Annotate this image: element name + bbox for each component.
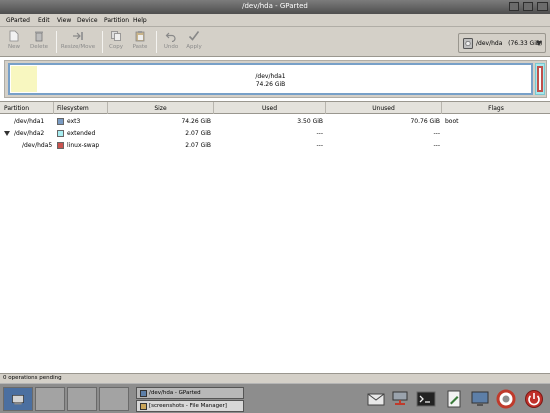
menu-view[interactable]: View bbox=[57, 17, 71, 24]
status-bar: 0 operations pending bbox=[0, 373, 550, 383]
undo-button[interactable]: Undo bbox=[160, 30, 182, 55]
menu-partition[interactable]: Partition bbox=[104, 17, 129, 24]
disk-map-partition-hda1[interactable]: /dev/hda1 74.26 GiB bbox=[8, 63, 533, 95]
expander-icon[interactable] bbox=[4, 131, 10, 136]
filesystem-color-swatch bbox=[57, 142, 64, 149]
mail-icon[interactable] bbox=[366, 389, 386, 409]
toolbar-separator bbox=[56, 31, 57, 53]
new-icon bbox=[9, 30, 19, 42]
menu-gparted[interactable]: GParted bbox=[6, 17, 30, 24]
row-unused: --- bbox=[433, 130, 441, 137]
row-filesystem: extended bbox=[67, 130, 96, 137]
column-header-filesystem[interactable]: Filesystem bbox=[54, 102, 108, 114]
task-gparted[interactable]: /dev/hda - GParted bbox=[136, 387, 244, 399]
paste-button[interactable]: Paste bbox=[129, 30, 151, 55]
new-label: New bbox=[8, 44, 20, 50]
table-row[interactable]: /dev/hda5 linux-swap 2.07 GiB --- --- bbox=[0, 140, 550, 151]
desktop-pager-2[interactable] bbox=[35, 387, 65, 411]
device-selector[interactable]: /dev/hda (76.33 GiB) bbox=[458, 33, 546, 53]
row-used: --- bbox=[316, 130, 324, 137]
apply-button[interactable]: Apply bbox=[183, 30, 205, 55]
row-size: 2.07 GiB bbox=[185, 142, 211, 149]
partition-table: Partition Filesystem Size Used Unused Fl… bbox=[0, 101, 550, 373]
menu-device[interactable]: Device bbox=[77, 17, 98, 24]
toolbar-separator bbox=[156, 31, 157, 53]
filesystem-color-swatch bbox=[57, 118, 64, 125]
copy-button[interactable]: Copy bbox=[106, 30, 126, 55]
column-header-partition[interactable]: Partition bbox=[0, 102, 54, 114]
taskbar: /dev/hda - GParted [screenshots - File M… bbox=[0, 383, 550, 413]
maximize-button[interactable] bbox=[523, 2, 533, 11]
disk-map-partition-name: /dev/hda1 bbox=[255, 73, 286, 80]
editor-icon[interactable] bbox=[444, 389, 464, 409]
row-size: 2.07 GiB bbox=[185, 130, 211, 137]
delete-label: Delete bbox=[29, 44, 49, 50]
task-gparted-label: /dev/hda - GParted bbox=[149, 390, 201, 396]
paste-label: Paste bbox=[132, 44, 148, 50]
gparted-app-icon bbox=[140, 390, 147, 397]
disk-map: /dev/hda1 74.26 GiB bbox=[4, 60, 547, 98]
task-file-manager[interactable]: [screenshots - File Manager] bbox=[136, 400, 244, 412]
minimize-button[interactable] bbox=[509, 2, 519, 11]
column-header-size[interactable]: Size bbox=[108, 102, 214, 114]
filesystem-color-swatch bbox=[57, 130, 64, 137]
row-used: 3.50 GiB bbox=[297, 118, 323, 125]
column-header-used[interactable]: Used bbox=[214, 102, 326, 114]
disk-map-partition-extended[interactable] bbox=[535, 63, 545, 95]
desktop-pager-1[interactable] bbox=[3, 387, 33, 411]
table-header: Partition Filesystem Size Used Unused Fl… bbox=[0, 102, 550, 114]
row-filesystem: ext3 bbox=[67, 118, 81, 125]
network-icon[interactable] bbox=[390, 389, 410, 409]
task-file-manager-label: [screenshots - File Manager] bbox=[149, 403, 227, 409]
desktop-pager-4[interactable] bbox=[99, 387, 129, 411]
folder-icon bbox=[140, 403, 147, 410]
row-partition: /dev/hda1 bbox=[14, 118, 45, 125]
row-unused: --- bbox=[433, 142, 441, 149]
disk-icon bbox=[463, 38, 473, 49]
window-title: /dev/hda - GParted bbox=[242, 2, 308, 10]
menu-bar: GParted Edit View Device Partition Help bbox=[0, 14, 550, 27]
row-partition: /dev/hda2 bbox=[14, 130, 45, 137]
toolbar-separator bbox=[102, 31, 103, 53]
copy-label: Copy bbox=[109, 44, 123, 50]
paste-icon bbox=[135, 31, 145, 42]
undo-label: Undo bbox=[163, 44, 179, 50]
column-header-unused[interactable]: Unused bbox=[326, 102, 442, 114]
disk-map-partition-swap[interactable] bbox=[537, 66, 543, 92]
column-header-flags[interactable]: Flags bbox=[442, 102, 550, 114]
row-partition: /dev/hda5 bbox=[22, 142, 53, 149]
desktop-pager-3[interactable] bbox=[67, 387, 97, 411]
status-text: 0 operations pending bbox=[3, 375, 62, 381]
undo-icon bbox=[165, 32, 176, 42]
desktop-icon bbox=[12, 394, 24, 405]
copy-icon bbox=[111, 31, 121, 41]
trash-icon bbox=[35, 31, 43, 42]
checkmark-icon bbox=[188, 31, 200, 41]
resize-icon bbox=[73, 32, 83, 40]
close-button[interactable] bbox=[537, 2, 548, 11]
terminal-icon[interactable] bbox=[416, 389, 436, 409]
new-button[interactable]: New bbox=[3, 30, 25, 55]
power-icon[interactable] bbox=[524, 389, 544, 409]
row-used: --- bbox=[316, 142, 324, 149]
row-filesystem: linux-swap bbox=[67, 142, 100, 149]
device-selector-label: /dev/hda (76.33 GiB) bbox=[476, 40, 542, 47]
disk-map-partition-size: 74.26 GiB bbox=[255, 81, 286, 88]
row-unused: 70.76 GiB bbox=[410, 118, 440, 125]
delete-button[interactable]: Delete bbox=[26, 30, 52, 55]
row-flags: boot bbox=[445, 118, 459, 125]
title-bar: /dev/hda - GParted bbox=[0, 0, 550, 14]
menu-help[interactable]: Help bbox=[133, 17, 147, 24]
apply-label: Apply bbox=[186, 44, 202, 50]
resize-move-label: Resize/Move bbox=[60, 44, 96, 50]
chevron-down-icon bbox=[536, 41, 542, 46]
monitor-icon[interactable] bbox=[470, 389, 490, 409]
lifebuoy-icon[interactable] bbox=[496, 389, 516, 409]
menu-edit[interactable]: Edit bbox=[38, 17, 50, 24]
row-size: 74.26 GiB bbox=[181, 118, 211, 125]
resize-move-button[interactable]: Resize/Move bbox=[59, 30, 97, 55]
device-name: /dev/hda bbox=[476, 40, 503, 47]
table-row[interactable]: /dev/hda1 ext3 74.26 GiB 3.50 GiB 70.76 … bbox=[0, 116, 550, 127]
table-row[interactable]: /dev/hda2 extended 2.07 GiB --- --- bbox=[0, 128, 550, 139]
